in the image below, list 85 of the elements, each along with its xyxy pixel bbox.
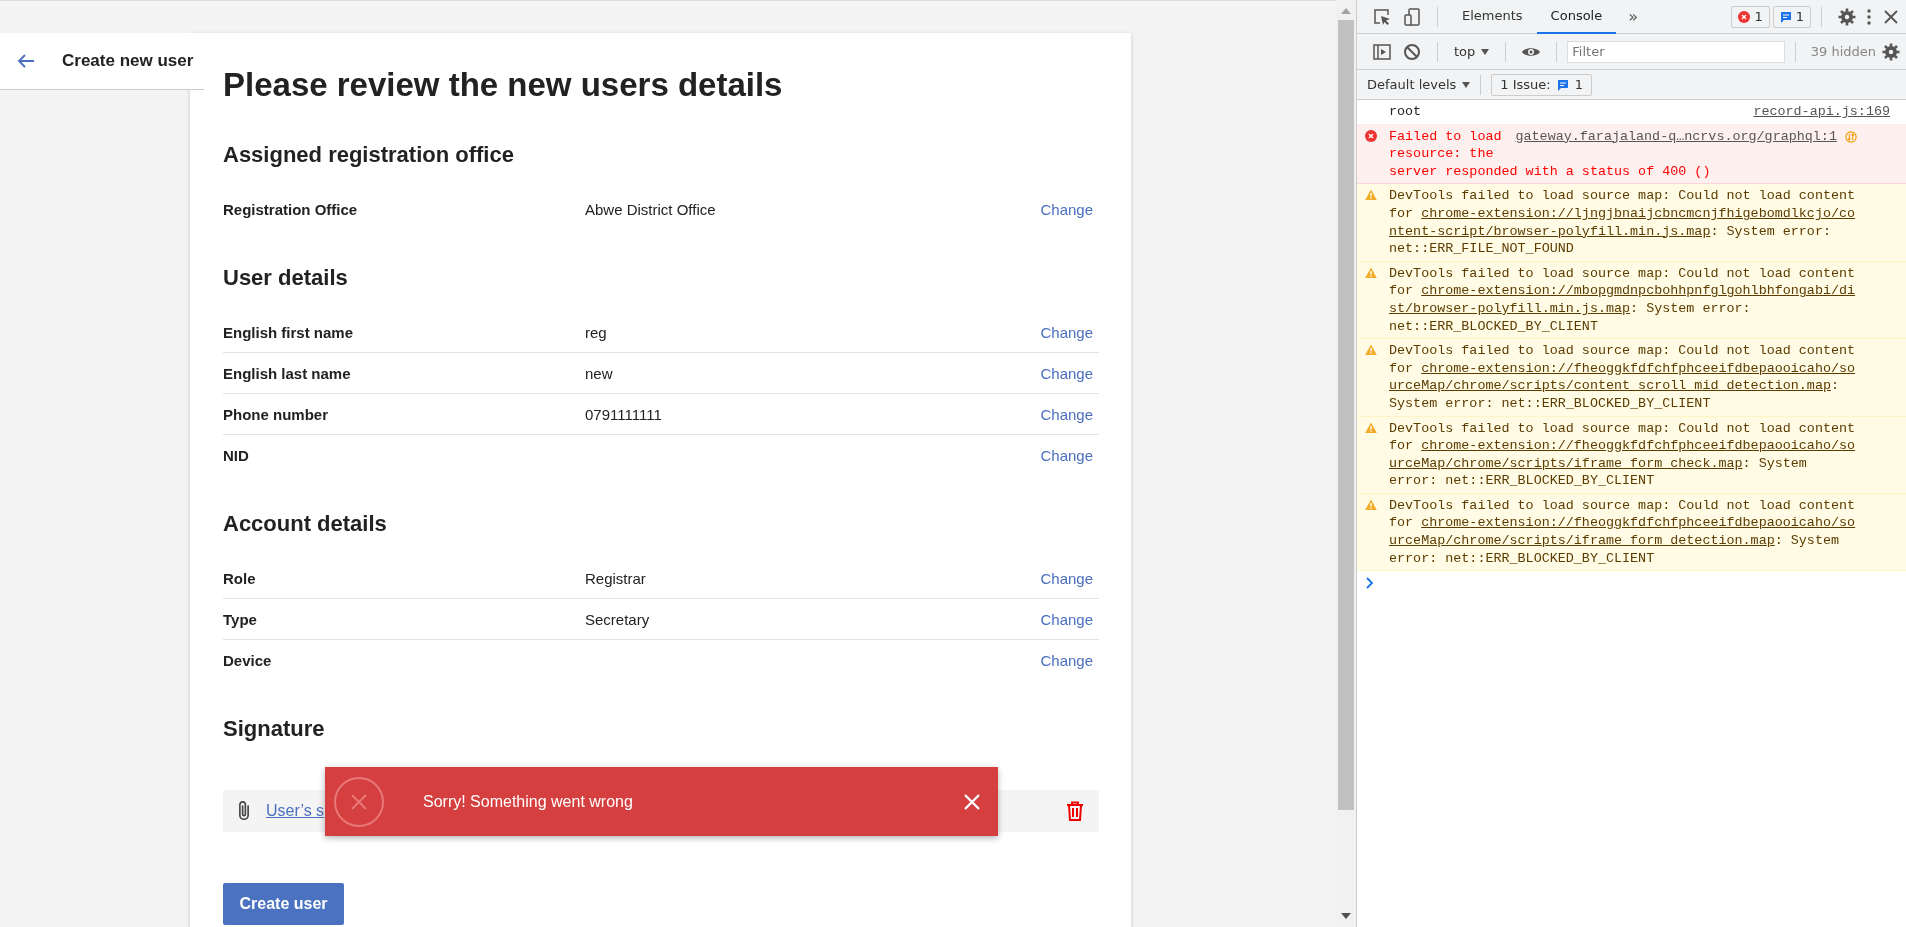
toast-message: Sorry! Something went wrong bbox=[423, 792, 633, 811]
field-label: English last name bbox=[223, 364, 352, 382]
change-link[interactable]: Change bbox=[1034, 652, 1099, 669]
console-message: resource: the server responded with a status of 400 () bbox=[1389, 145, 1712, 181]
close-icon bbox=[962, 791, 982, 812]
warning-icon bbox=[1365, 266, 1377, 279]
section-heading: Account details bbox=[223, 510, 388, 538]
warning-icon bbox=[1365, 189, 1377, 202]
caret-icon bbox=[1462, 81, 1471, 88]
more-tabs-button[interactable]: » bbox=[1622, 6, 1644, 27]
warning-icon bbox=[1365, 421, 1377, 434]
inspect-cursor-button[interactable] bbox=[1372, 6, 1392, 27]
issues-label: 1 Issue: bbox=[1500, 77, 1551, 92]
device-button[interactable] bbox=[1402, 6, 1422, 27]
field-label: NID bbox=[223, 447, 250, 464]
caret-icon bbox=[1481, 48, 1490, 55]
warning-icon bbox=[1365, 344, 1377, 357]
app-header-title: Create new user bbox=[62, 51, 194, 71]
context-dropdown[interactable]: top bbox=[1448, 43, 1496, 60]
console-message: DevTools failed to load source map: Could not load content for chrome-extension://ljngjbnaijcbncmcnjfhigebomdlkcjo/content-script/browser-polyfill.min.js.map: System error: net::ERR_FILE_NOT_FOUND bbox=[1389, 187, 1857, 258]
section-heading: Signature bbox=[223, 715, 326, 743]
change-link[interactable]: Change bbox=[1034, 364, 1099, 382]
field-label: Role bbox=[223, 569, 257, 587]
console-message: Failed to load bbox=[1389, 127, 1502, 146]
source-link[interactable]: record-api.js:169 bbox=[1753, 103, 1890, 121]
clear-icon bbox=[1402, 41, 1422, 62]
context-label: top bbox=[1454, 44, 1476, 59]
console-message: DevTools failed to load source map: Could not load content for chrome-extension://mbopgmdnpcbohhpnfglgohlbhfongabi/dist/browser-polyfill.min.js.map: System error: net::ERR_BLOCKED_BY_CLIENT bbox=[1389, 264, 1857, 336]
field-value: Secretary bbox=[585, 610, 651, 628]
messages-badge[interactable]: 1 bbox=[1772, 5, 1811, 28]
sidebar-toggle-icon bbox=[1372, 41, 1392, 62]
scroll-down-icon[interactable] bbox=[1341, 913, 1351, 921]
change-link[interactable]: Change bbox=[1034, 447, 1099, 464]
console-message: DevTools failed to load source map: Could not load content for chrome-extension://fheoggkfdfchfphceeifdbepaooicaho/sourceMap/chrome/scripts/content_scroll_mid_detection.map: System error: net::ERR_BLOCKED_BY_CLIENT bbox=[1389, 342, 1857, 413]
errors-badge[interactable]: 1 bbox=[1731, 5, 1770, 28]
resource-link[interactable]: gateway.farajaland-q…ncrvs.org/graphql:1 bbox=[1515, 127, 1837, 146]
prompt-chevron-icon[interactable] bbox=[1365, 577, 1375, 590]
change-link[interactable]: Change bbox=[1034, 201, 1099, 218]
error-circle-icon bbox=[333, 775, 385, 828]
change-link[interactable]: Change bbox=[1034, 569, 1099, 587]
change-link[interactable]: Change bbox=[1034, 323, 1099, 341]
page-heading: Please review the new users details bbox=[223, 65, 784, 105]
device-icon bbox=[1402, 6, 1422, 27]
trash-icon[interactable] bbox=[1066, 801, 1084, 821]
field-value: reg bbox=[585, 323, 608, 341]
issues-count: 1 bbox=[1574, 77, 1583, 92]
more-options-button[interactable] bbox=[1867, 8, 1871, 25]
more-vertical-icon bbox=[1867, 8, 1871, 25]
field-label: English first name bbox=[223, 323, 355, 341]
field-value: new bbox=[585, 364, 614, 382]
console-message: DevTools failed to load source map: Could not load content for chrome-extension://fheoggkfdfchfphceeifdbepaooicaho/sourceMap/chrome/scripts/iframe_form_detection.map: System error: net::ERR_BLOCKED_BY_CLIENT bbox=[1389, 496, 1857, 568]
warning-icon bbox=[1365, 498, 1377, 511]
field-value: Abwe District Office bbox=[585, 201, 717, 218]
scrollbar[interactable] bbox=[1336, 0, 1356, 927]
error-icon bbox=[1365, 129, 1377, 142]
settings-button[interactable] bbox=[1881, 41, 1901, 62]
filter-field[interactable]: Filter bbox=[1567, 40, 1786, 63]
clear-button[interactable] bbox=[1402, 41, 1422, 62]
field-label: Device bbox=[223, 652, 273, 669]
create-user-button[interactable]: Create user bbox=[223, 883, 344, 925]
field-value: Registrar bbox=[585, 569, 647, 587]
section-heading: User details bbox=[223, 264, 349, 292]
change-link[interactable]: Change bbox=[1034, 610, 1099, 628]
hidden-count: 39 hidden bbox=[1810, 44, 1876, 59]
console-message: root bbox=[1389, 103, 1422, 121]
sidebar-toggle-button[interactable] bbox=[1372, 41, 1392, 62]
section-heading: Assigned registration office bbox=[223, 141, 515, 169]
settings-button[interactable] bbox=[1837, 6, 1857, 27]
error-icon bbox=[1738, 10, 1751, 23]
field-label: Type bbox=[223, 610, 258, 628]
console-message: DevTools failed to load source map: Could not load content for chrome-extension://fheoggkfdfchfphceeifdbepaooicaho/sourceMap/chrome/scripts/iframe_form_check.map: System error: net::ERR_BLOCKED_BY_CLIENT bbox=[1389, 419, 1857, 490]
error-count: 1 bbox=[1754, 9, 1763, 24]
message-icon bbox=[1556, 78, 1569, 91]
signature-file-link[interactable]: User’s s bbox=[266, 802, 325, 820]
settings-icon bbox=[1881, 41, 1901, 62]
field-label: Phone number bbox=[223, 405, 329, 423]
field-value: 0791111111 bbox=[585, 405, 663, 423]
field-label: Registration Office bbox=[223, 201, 359, 218]
devtools-tab[interactable]: Elements bbox=[1448, 0, 1537, 34]
change-link[interactable]: Change bbox=[1034, 405, 1099, 423]
message-count: 1 bbox=[1795, 9, 1804, 24]
message-icon bbox=[1779, 10, 1792, 23]
inspect-cursor-icon bbox=[1372, 6, 1392, 27]
issues-button[interactable]: 1 Issue: 1 bbox=[1491, 73, 1592, 96]
settings-icon bbox=[1837, 6, 1857, 27]
